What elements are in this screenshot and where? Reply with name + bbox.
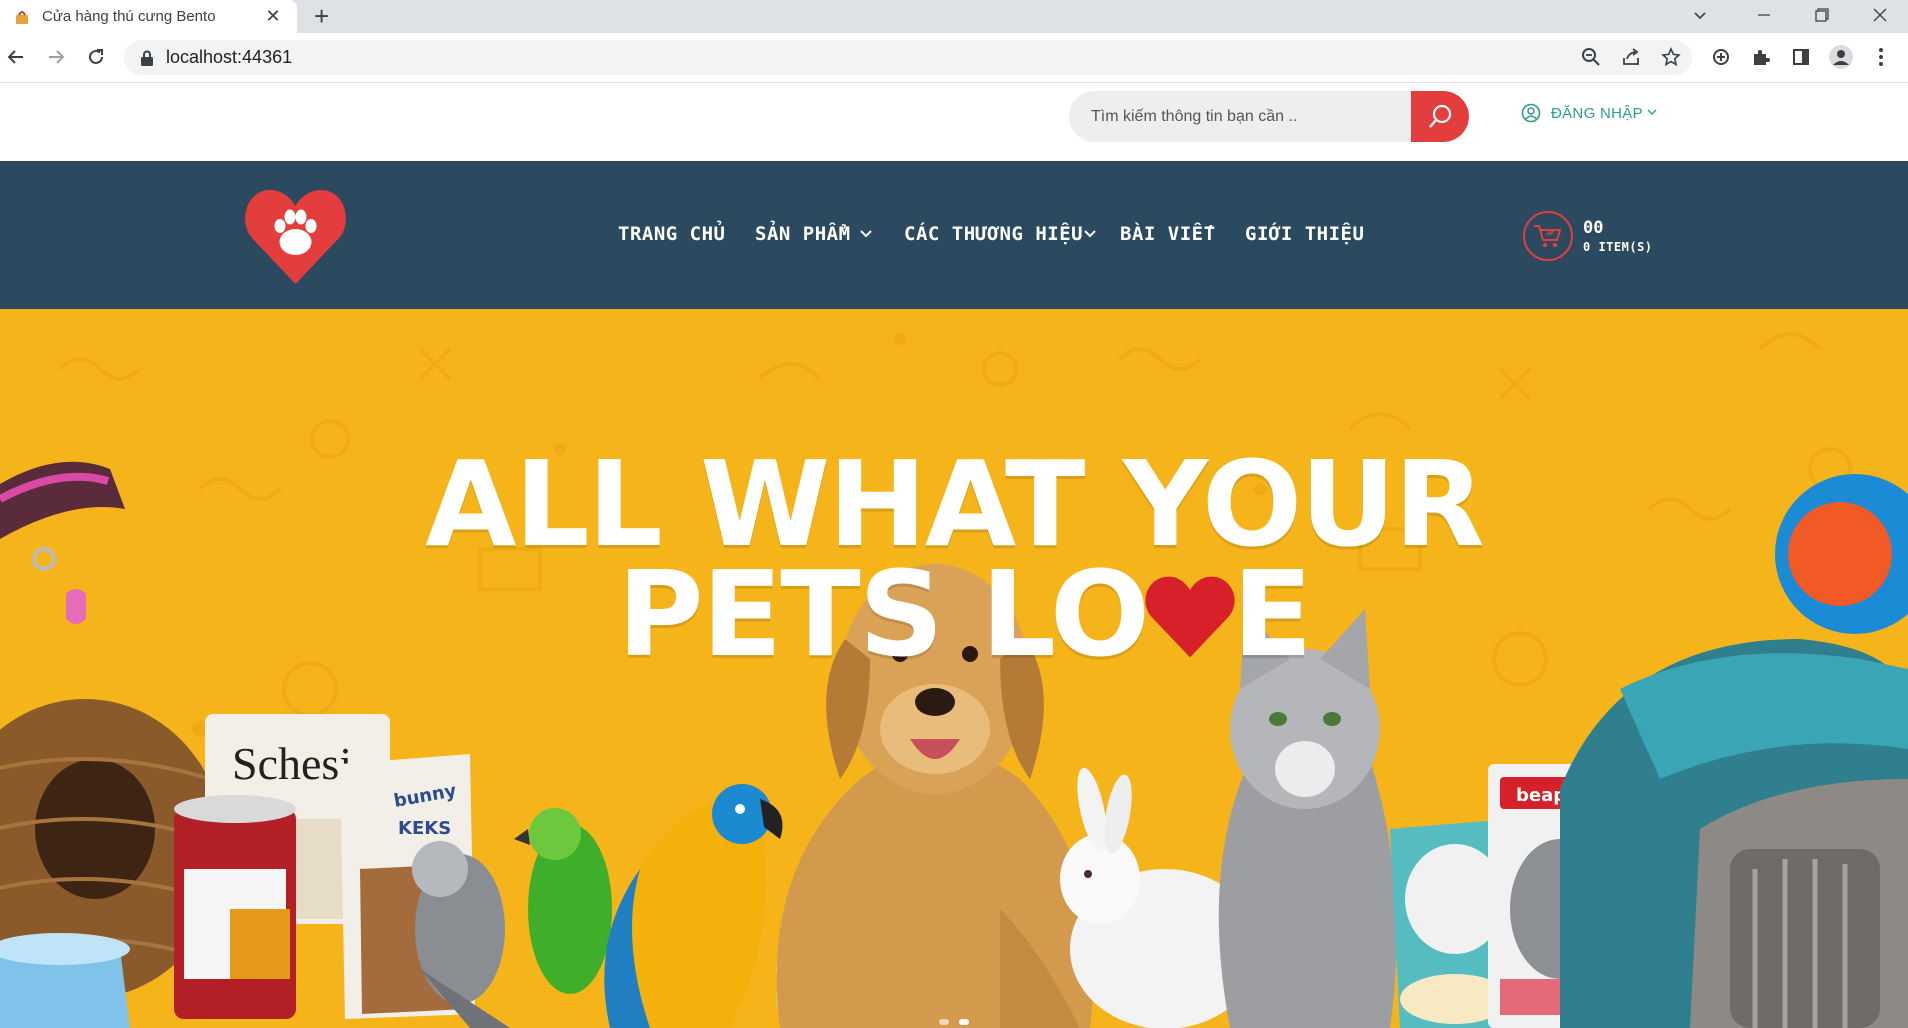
search-icon: [1429, 104, 1452, 128]
nav-item-products[interactable]: SẢN PHẨM: [755, 223, 873, 245]
browser-tabstrip: Cửa hàng thú cưng Bento ✕ +: [0, 0, 1908, 33]
cart-summary: 00 0 ITEM(S): [1583, 218, 1653, 254]
svg-text:Schesi: Schesi: [232, 738, 352, 789]
login-label: ĐĂNG NHẬP: [1551, 104, 1643, 122]
paw-heart-logo[interactable]: [244, 186, 347, 286]
back-icon[interactable]: [2, 43, 30, 71]
search-button[interactable]: [1411, 91, 1469, 142]
profile-icon[interactable]: [1829, 45, 1853, 69]
cart-widget[interactable]: 00 0 ITEM(S): [1523, 211, 1653, 261]
chevron-down-icon: [859, 229, 873, 239]
cart-total: 00: [1583, 218, 1604, 238]
cart-icon: [1523, 211, 1573, 261]
nav-item-blog[interactable]: BÀI VIẾT: [1120, 223, 1216, 245]
login-link[interactable]: ĐĂNG NHẬP: [1521, 103, 1657, 123]
chevron-down-icon: [1083, 229, 1097, 239]
slider-dot-active[interactable]: [959, 1019, 969, 1025]
nav-item-brands[interactable]: CÁC THƯƠNG HIỆU: [904, 223, 1097, 245]
menu-icon[interactable]: [1869, 45, 1893, 69]
nav-label: BÀI VIẾT: [1120, 223, 1216, 245]
sidepanel-icon[interactable]: [1789, 45, 1813, 69]
browser-tab[interactable]: Cửa hàng thú cưng Bento ✕: [0, 0, 297, 33]
url-text: localhost:44361: [166, 47, 293, 67]
headline-line-2a: PETS LO: [617, 545, 1150, 683]
minimize-icon[interactable]: [1736, 0, 1792, 30]
tab-title: Cửa hàng thú cưng Bento: [42, 8, 216, 25]
svg-text:KEKS: KEKS: [398, 818, 451, 839]
forward-icon[interactable]: [42, 43, 70, 71]
nav-label: CÁC THƯƠNG HIỆU: [904, 223, 1084, 245]
lock-icon: [141, 50, 153, 66]
nav-label: TRANG CHỦ: [618, 223, 726, 245]
chevron-down-icon: [1647, 107, 1657, 119]
new-tab-button[interactable]: +: [314, 3, 329, 29]
nav-item-home[interactable]: TRANG CHỦ: [618, 223, 725, 245]
user-icon: [1521, 103, 1541, 123]
slider-dot[interactable]: [939, 1019, 949, 1025]
address-bar[interactable]: localhost:44361: [124, 40, 1692, 75]
zoom-icon[interactable]: [1579, 45, 1603, 69]
hero-headline: ALL WHAT YOUR PETS LO E: [0, 445, 1908, 673]
star-icon[interactable]: [1659, 45, 1683, 69]
search-box: [1069, 91, 1469, 142]
reload-icon[interactable]: [82, 43, 110, 71]
favicon-icon: [16, 10, 28, 24]
close-window-icon[interactable]: [1852, 0, 1908, 30]
main-nav: TRANG CHỦ SẢN PHẨM CÁC THƯƠNG HIỆU BÀI V…: [0, 161, 1908, 309]
nav-label: SẢN PHẨM: [755, 223, 851, 245]
cart-item-count: 0 ITEM(S): [1583, 240, 1653, 254]
extension-icon[interactable]: [1709, 45, 1733, 69]
share-icon[interactable]: [1619, 45, 1643, 69]
restore-icon[interactable]: [1794, 0, 1850, 30]
slider-dots: [0, 1019, 1908, 1025]
headline-line-2: PETS LO E: [0, 555, 1908, 673]
nav-item-about[interactable]: GIỚI THIỆU: [1245, 223, 1364, 245]
heart-icon: [1145, 576, 1235, 658]
browser-toolbar: localhost:44361: [0, 33, 1908, 83]
puzzle-icon[interactable]: [1749, 45, 1773, 69]
nav-label: GIỚI THIỆU: [1245, 223, 1365, 245]
headline-line-2b: E: [1232, 545, 1313, 683]
close-icon[interactable]: ✕: [263, 6, 283, 27]
site-top-bar: ĐĂNG NHẬP: [0, 83, 1908, 161]
hero-banner[interactable]: Schesi bunny KEKS beaphar ALL WHAT YOUR …: [0, 309, 1908, 1028]
search-input[interactable]: [1069, 91, 1409, 142]
tab-search-icon[interactable]: [1672, 0, 1728, 30]
